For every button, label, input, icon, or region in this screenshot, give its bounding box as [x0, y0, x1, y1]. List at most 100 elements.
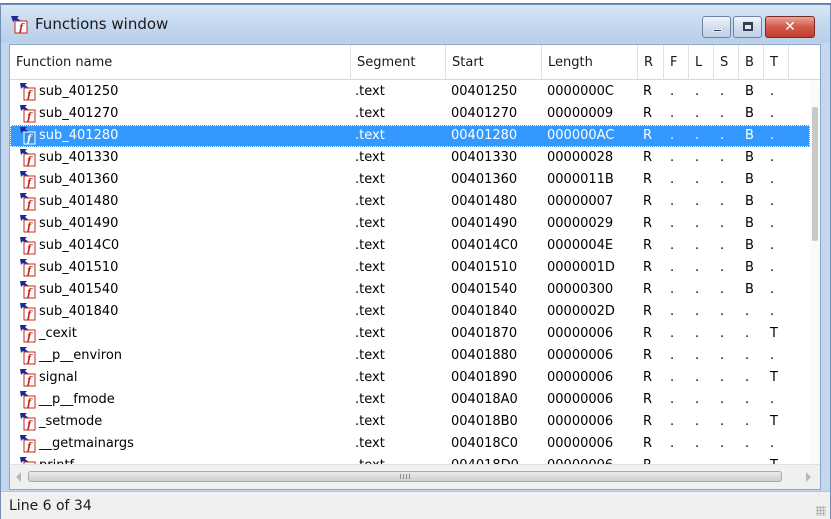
- column-header-r[interactable]: R: [638, 45, 664, 80]
- table-row[interactable]: f sub_401280 .text 00401280 000000AC R... B.: [10, 125, 810, 147]
- table-row[interactable]: f sub_401330 .text 00401330 00000028 R... B.: [10, 147, 810, 169]
- functions-window: f Functions window ✕ Function name Segme…: [0, 4, 831, 519]
- table-row[interactable]: f sub_401540 .text 00401540 00000300 R... B.: [10, 279, 810, 301]
- cell-length: 0000002D: [547, 304, 615, 319]
- cell-segment: .text: [355, 436, 385, 451]
- cell-l: .: [695, 106, 700, 121]
- table-row[interactable]: f sub_401490 .text 00401490 00000029 R... B.: [10, 213, 810, 235]
- cell-b: B: [745, 150, 754, 165]
- cell-t: T: [770, 370, 778, 385]
- cell-b: .: [745, 370, 750, 385]
- cell-t: .: [770, 194, 775, 209]
- cell-f: .: [670, 282, 675, 297]
- column-header-l[interactable]: L: [689, 45, 714, 80]
- cell-b: B: [745, 172, 754, 187]
- cell-r: R: [643, 194, 653, 209]
- column-header-length[interactable]: Length: [542, 45, 638, 80]
- column-header-f[interactable]: F: [664, 45, 689, 80]
- column-header-row: Function name Segment Start Length R F L…: [10, 45, 820, 80]
- cell-b: B: [745, 216, 754, 231]
- cell-l: .: [695, 455, 699, 464]
- table-row[interactable]: f __p__environ .text 00401880 00000006 R.....: [10, 345, 810, 367]
- cell-length: 0000001D: [547, 260, 615, 275]
- cell-segment: .text: [355, 370, 385, 385]
- cell-r: R: [643, 150, 653, 165]
- cell-t: .: [770, 106, 775, 121]
- table-row[interactable]: f __getmainargs .text 004018C0 00000006 R....…: [10, 433, 810, 455]
- cell-length: 00000009: [547, 106, 614, 121]
- cell-l: .: [695, 150, 700, 165]
- cell-function-name: sub_401270: [39, 106, 119, 121]
- cell-length: 00000006: [547, 455, 613, 464]
- svg-text:f: f: [26, 134, 33, 145]
- cell-b: .: [745, 392, 750, 407]
- column-header-b[interactable]: B: [739, 45, 764, 80]
- table-row[interactable]: f signal .text 00401890 00000006 R.... T: [10, 367, 810, 389]
- table-row[interactable]: f _cexit .text 00401870 00000006 R.... T: [10, 323, 810, 345]
- table-row[interactable]: f sub_4014C0 .text 004014C0 0000004E R... B.: [10, 235, 810, 257]
- cell-segment: .text: [355, 392, 385, 407]
- function-icon: f: [20, 127, 36, 145]
- column-header-s[interactable]: S: [714, 45, 739, 80]
- cell-function-name: __p__fmode: [39, 392, 115, 407]
- cell-s: .: [720, 282, 725, 297]
- cell-start: 00401250: [451, 84, 518, 99]
- table-row[interactable]: f sub_401510 .text 00401510 0000001D R... B.: [10, 257, 810, 279]
- cell-start: 00401890: [451, 370, 518, 385]
- table-row[interactable]: f _setmode .text 004018B0 00000006 R.... T: [10, 411, 810, 433]
- function-icon: f: [20, 193, 36, 211]
- cell-f: .: [670, 150, 675, 165]
- cell-f: .: [670, 238, 675, 253]
- function-icon: f: [20, 325, 36, 343]
- cell-b: B: [745, 106, 754, 121]
- close-button[interactable]: ✕: [765, 16, 815, 38]
- vertical-scroll-thumb[interactable]: [812, 107, 818, 241]
- table-row[interactable]: f sub_401270 .text 00401270 00000009 R... B.: [10, 103, 810, 125]
- cell-segment: .text: [355, 172, 385, 187]
- cell-length: 00000006: [547, 414, 614, 429]
- cell-s: .: [720, 414, 725, 429]
- cell-r: R: [643, 260, 653, 275]
- cell-f: .: [670, 370, 675, 385]
- cell-s: .: [720, 172, 725, 187]
- maximize-button[interactable]: [733, 16, 762, 38]
- function-icon: f: [20, 303, 36, 321]
- cell-t: .: [770, 216, 775, 231]
- cell-r: R: [643, 414, 653, 429]
- horizontal-scrollbar[interactable]: [10, 464, 820, 489]
- table-row[interactable]: fprintf .text 004018D0 00000006 R.... T: [10, 455, 810, 464]
- title-bar[interactable]: f Functions window ✕: [1, 5, 830, 43]
- function-icon: f: [20, 215, 36, 233]
- cell-f: .: [670, 216, 675, 231]
- minimize-button[interactable]: [702, 16, 731, 38]
- table-row[interactable]: f sub_401360 .text 00401360 0000011B R... B.: [10, 169, 810, 191]
- column-header-start[interactable]: Start: [446, 45, 542, 80]
- function-icon: f: [20, 281, 36, 299]
- scroll-left-icon[interactable]: [16, 472, 21, 482]
- table-row[interactable]: f sub_401840 .text 00401840 0000002D R.....: [10, 301, 810, 323]
- cell-length: 0000000C: [547, 84, 614, 99]
- cell-t: .: [770, 84, 775, 99]
- vertical-scrollbar[interactable]: [810, 81, 820, 465]
- cell-t: .: [770, 238, 775, 253]
- column-header-segment[interactable]: Segment: [351, 45, 446, 80]
- function-icon: f: [20, 435, 36, 453]
- resize-grip-icon[interactable]: [816, 506, 826, 516]
- cell-l: .: [695, 238, 700, 253]
- table-row[interactable]: f __p__fmode .text 004018A0 00000006 R.....: [10, 389, 810, 411]
- column-header-t[interactable]: T: [764, 45, 789, 80]
- cell-s: .: [720, 392, 725, 407]
- horizontal-scroll-thumb[interactable]: [28, 471, 782, 482]
- column-header-function-name[interactable]: Function name: [10, 45, 351, 80]
- cell-b: B: [745, 282, 754, 297]
- cell-f: .: [670, 106, 675, 121]
- cell-r: R: [643, 128, 653, 143]
- table-row[interactable]: f sub_401250 .text 00401250 0000000C R... B.: [10, 81, 810, 103]
- cell-f: .: [670, 128, 675, 143]
- scroll-right-icon[interactable]: [806, 472, 811, 482]
- cell-start: 004018C0: [451, 436, 518, 451]
- cell-function-name: __p__environ: [39, 348, 123, 363]
- table-row[interactable]: f sub_401480 .text 00401480 00000007 R... B.: [10, 191, 810, 213]
- cell-t: T: [770, 326, 778, 341]
- cell-t: .: [770, 348, 775, 363]
